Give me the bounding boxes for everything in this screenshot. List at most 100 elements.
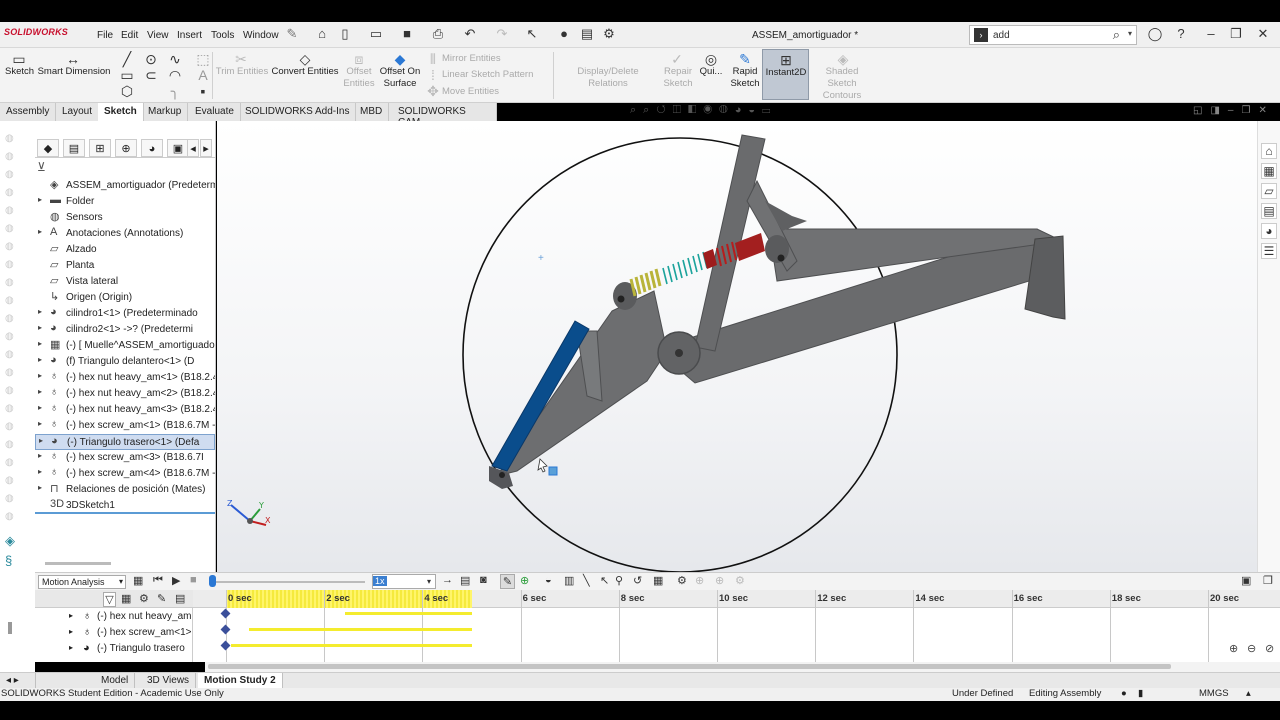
tree-item[interactable]: ▸ ◕ (-) Triangulo trasero<1> (Defa (35, 434, 215, 450)
assembly-model[interactable]: + Z Y X (217, 121, 1257, 572)
pin-icon[interactable]: ✎ (284, 26, 300, 42)
appearances-icon[interactable]: ◕ (1261, 223, 1277, 239)
playback-mode-icon[interactable]: → (442, 574, 453, 586)
tab-solidworks-cam[interactable]: SOLIDWORKS CAM (392, 103, 497, 128)
file-explorer-icon[interactable]: ▤ (1261, 203, 1277, 219)
restore-icon[interactable]: ❐ (1228, 26, 1244, 42)
circle-icon[interactable]: ⊙ (142, 51, 160, 67)
new-document-icon[interactable]: ▯ (337, 26, 353, 42)
close-icon[interactable]: ✕ (1258, 105, 1274, 116)
view-settings-icon[interactable]: ▭ (762, 104, 777, 116)
dimxpert-tab[interactable]: ⊕ (115, 139, 137, 157)
track-bar[interactable] (345, 612, 472, 615)
strip-icon[interactable]: ◍ (5, 313, 19, 324)
offset-on-surface-button[interactable]: Offset On Surface (378, 66, 422, 90)
tree-item[interactable]: ▸ ⊓ Relaciones de posición (Mates) (35, 482, 215, 498)
tree-item[interactable]: ▸ ◕ cilindro1<1> (Predeterminado (35, 306, 215, 322)
chevron-right-icon[interactable]: ▸ (38, 371, 42, 380)
unit-system[interactable]: MMGS (1199, 688, 1229, 699)
restore-icon[interactable]: ❐ (1263, 574, 1273, 587)
polygon-icon[interactable]: ⬡ (118, 83, 136, 99)
strip-icon[interactable]: ◍ (5, 187, 19, 198)
spline-icon[interactable]: ∿ (166, 51, 184, 67)
minimize-icon[interactable]: – (1228, 105, 1242, 116)
swing-arm[interactable] (495, 290, 668, 477)
track-bar[interactable] (231, 644, 472, 647)
property-manager-tab[interactable]: ▤ (63, 139, 85, 157)
save-animation-icon[interactable]: ▤ (460, 574, 470, 587)
design-library-icon[interactable]: ▱ (1261, 183, 1277, 199)
rebuild-icon[interactable]: ● (556, 26, 572, 42)
spring-icon[interactable]: ▥ (564, 574, 574, 587)
heads-up-view-toolbar[interactable]: ⌕⌕↺◫◧◉◍◕◒▭ (630, 104, 777, 120)
menu-window[interactable]: Window (243, 30, 279, 41)
tab-layout[interactable]: Layout (56, 103, 100, 121)
play-icon[interactable]: ▶ (172, 574, 180, 587)
strip-icon[interactable]: ◍ (5, 385, 19, 396)
tab-sketch[interactable]: Sketch (98, 103, 144, 121)
strip-icon[interactable]: ◍ (5, 223, 19, 234)
quick-snaps-button[interactable]: Qui... (698, 66, 724, 78)
chevron-right-icon[interactable]: ▸ (38, 227, 42, 236)
filter-icon[interactable]: ⊻ (37, 160, 46, 174)
resize-handle[interactable] (8, 622, 12, 634)
search-input[interactable]: add (993, 30, 1010, 41)
file-properties-icon[interactable]: ▤ (579, 26, 595, 42)
viewport-window-controls[interactable]: ◱◨–❐✕ (1193, 105, 1275, 116)
chevron-right-icon[interactable]: ▸ (69, 643, 73, 652)
offset-entities-button[interactable]: Offset Entities (341, 66, 377, 90)
display-delete-relations-button[interactable]: Display/Delete Relations (558, 66, 658, 90)
strip-icon[interactable]: ◍ (5, 295, 19, 306)
tile-icon[interactable]: ◱ (1193, 105, 1210, 116)
custom-properties-icon[interactable]: ☰ (1261, 243, 1277, 259)
user-icon[interactable]: ◯ (1147, 26, 1163, 42)
calculate-icon[interactable]: ▦ (133, 574, 143, 587)
minimize-icon[interactable]: – (1203, 26, 1219, 42)
study-properties-icon[interactable]: ⚙ (677, 574, 687, 587)
tree-item[interactable]: ▸ A Anotaciones (Annotations) (35, 226, 215, 242)
autokey-icon[interactable]: ✎ (500, 574, 515, 589)
open-icon[interactable]: ▭ (368, 26, 384, 42)
chevron-right-icon[interactable]: ▸ (38, 451, 42, 460)
tab-3d-views[interactable]: 3D Views (141, 673, 197, 689)
playback-slider-track[interactable] (210, 581, 365, 583)
move-entities-button[interactable]: Move Entities (442, 86, 499, 98)
tree-item[interactable]: ▸ ◕ cilindro2<1> ->? (Predetermi (35, 322, 215, 338)
track-bar[interactable] (249, 628, 472, 631)
home-icon[interactable]: ⌂ (1261, 143, 1277, 159)
split-icon[interactable]: ◨ (1210, 105, 1227, 116)
timeline-scrollbar[interactable] (205, 662, 1280, 672)
sketch-button[interactable]: Sketch (5, 66, 34, 78)
options-icon[interactable]: ⚙ (735, 574, 745, 587)
tree-item[interactable]: ▸ ♁ (-) hex nut heavy_am<1> (B18.2.4 (35, 370, 215, 386)
strip-icon[interactable]: ◍ (5, 457, 19, 468)
search-box[interactable]: › add ⌕ ▾ (969, 25, 1137, 45)
options-icon[interactable]: ⚙ (601, 26, 617, 42)
chevron-right-icon[interactable]: ▸ (38, 483, 42, 492)
scrollbar-thumb[interactable] (208, 664, 1171, 669)
strip-icon[interactable]: ◍ (5, 403, 19, 414)
spring-icon[interactable]: § (5, 553, 19, 568)
strip-icon[interactable]: ◍ (5, 511, 19, 522)
chevron-right-icon[interactable]: ▸ (38, 419, 42, 428)
strip-icon[interactable]: ◍ (5, 241, 19, 252)
tree-item[interactable]: ↳ Origen (Origin) (35, 290, 215, 306)
repair-sketch-button[interactable]: Repair Sketch (660, 66, 696, 90)
smart-dimension-button[interactable]: Smart Dimension (37, 66, 111, 78)
tree-item[interactable]: ▸ ♁ (-) hex screw_am<4> (B18.6.7M - (35, 466, 215, 482)
strip-icon[interactable]: ◍ (5, 349, 19, 360)
view-orientation-icon[interactable]: ◧ (688, 104, 703, 116)
resources-icon[interactable]: ▦ (1261, 163, 1277, 179)
undo-icon[interactable]: ↶ (462, 26, 478, 42)
slot-icon[interactable]: ⊂ (142, 67, 160, 83)
tab-mbd[interactable]: MBD (354, 103, 390, 121)
zoom-out-icon[interactable]: ⊖ (1247, 642, 1256, 655)
graphics-area[interactable]: + Z Y X (217, 121, 1257, 572)
tree-item[interactable]: ▱ Vista lateral (35, 274, 215, 290)
cam-tab[interactable]: ▣ (167, 139, 189, 157)
motor-icon[interactable]: ◒ (545, 574, 552, 586)
feature-manager-tab[interactable]: ◆ (37, 139, 59, 157)
tree-item[interactable]: ▸ ♁ (-) hex screw_am<1> (B18.6.7M - (35, 418, 215, 434)
help-icon[interactable]: ? (1173, 26, 1189, 42)
tree-item[interactable]: ◍ Sensors (35, 210, 215, 226)
